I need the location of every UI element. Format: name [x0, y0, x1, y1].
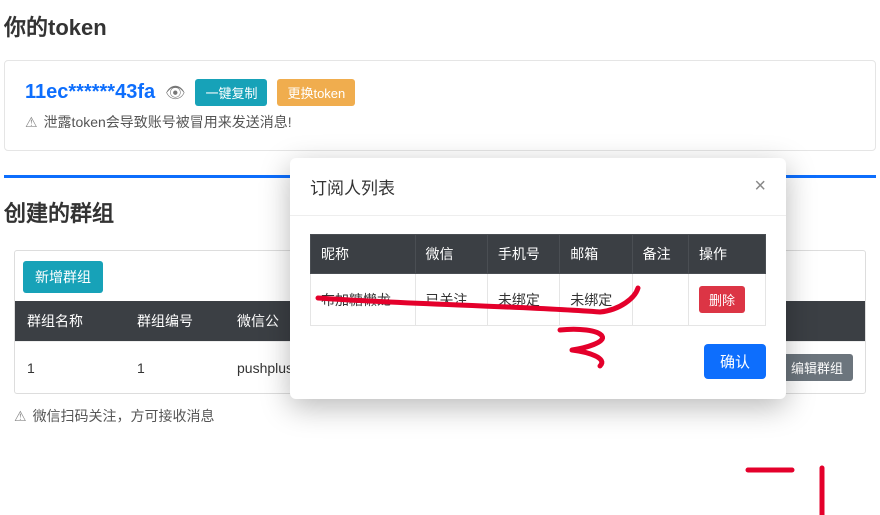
- col-group-name: 群组名称: [15, 301, 125, 342]
- token-value: 11ec******43fa: [25, 81, 155, 104]
- col-ops: 操作: [688, 235, 765, 274]
- delete-subscriber-button[interactable]: 删除: [699, 286, 745, 313]
- subscriber-table: 昵称 微信 手机号 邮箱 备注 操作 布加糖懒龙 已关注 未绑定 未绑定 删除: [310, 234, 766, 326]
- warning-icon: ⚠: [25, 114, 38, 131]
- cell-group-code: 1: [125, 342, 225, 394]
- modal-title: 订阅人列表: [310, 174, 395, 199]
- token-section-title: 你的token: [4, 10, 876, 42]
- confirm-button[interactable]: 确认: [704, 344, 766, 379]
- rotate-token-button[interactable]: 更换token: [277, 79, 355, 106]
- token-warning-text: 泄露token会导致账号被冒用来发送消息!: [44, 112, 292, 132]
- new-group-button[interactable]: 新增群组: [23, 261, 103, 293]
- col-group-code: 群组编号: [125, 301, 225, 342]
- col-remark: 备注: [632, 235, 688, 274]
- warning-icon: ⚠: [14, 408, 27, 425]
- cell-wx: 已关注: [415, 274, 487, 326]
- col-nick: 昵称: [311, 235, 416, 274]
- col-wx: 微信: [415, 235, 487, 274]
- table-row: 布加糖懒龙 已关注 未绑定 未绑定 删除: [311, 274, 766, 326]
- subscriber-modal: 订阅人列表 × 昵称 微信 手机号 邮箱 备注 操作 布加糖懒龙 已关注 未绑定: [290, 158, 786, 399]
- col-phone: 手机号: [487, 235, 559, 274]
- cell-group-name: 1: [15, 342, 125, 394]
- col-email: 邮箱: [560, 235, 632, 274]
- cell-email: 未绑定: [560, 274, 632, 326]
- copy-token-button[interactable]: 一键复制: [195, 79, 267, 106]
- cell-nick: 布加糖懒龙: [311, 274, 416, 326]
- edit-group-button[interactable]: 编辑群组: [781, 354, 853, 381]
- eye-icon[interactable]: 👁: [165, 83, 185, 103]
- token-card: 11ec******43fa 👁 一键复制 更换token ⚠ 泄露token会…: [4, 60, 876, 151]
- footer-warning-text: 微信扫码关注，方可接收消息: [33, 406, 215, 426]
- cell-remark: [632, 274, 688, 326]
- cell-phone: 未绑定: [487, 274, 559, 326]
- close-icon[interactable]: ×: [754, 175, 766, 198]
